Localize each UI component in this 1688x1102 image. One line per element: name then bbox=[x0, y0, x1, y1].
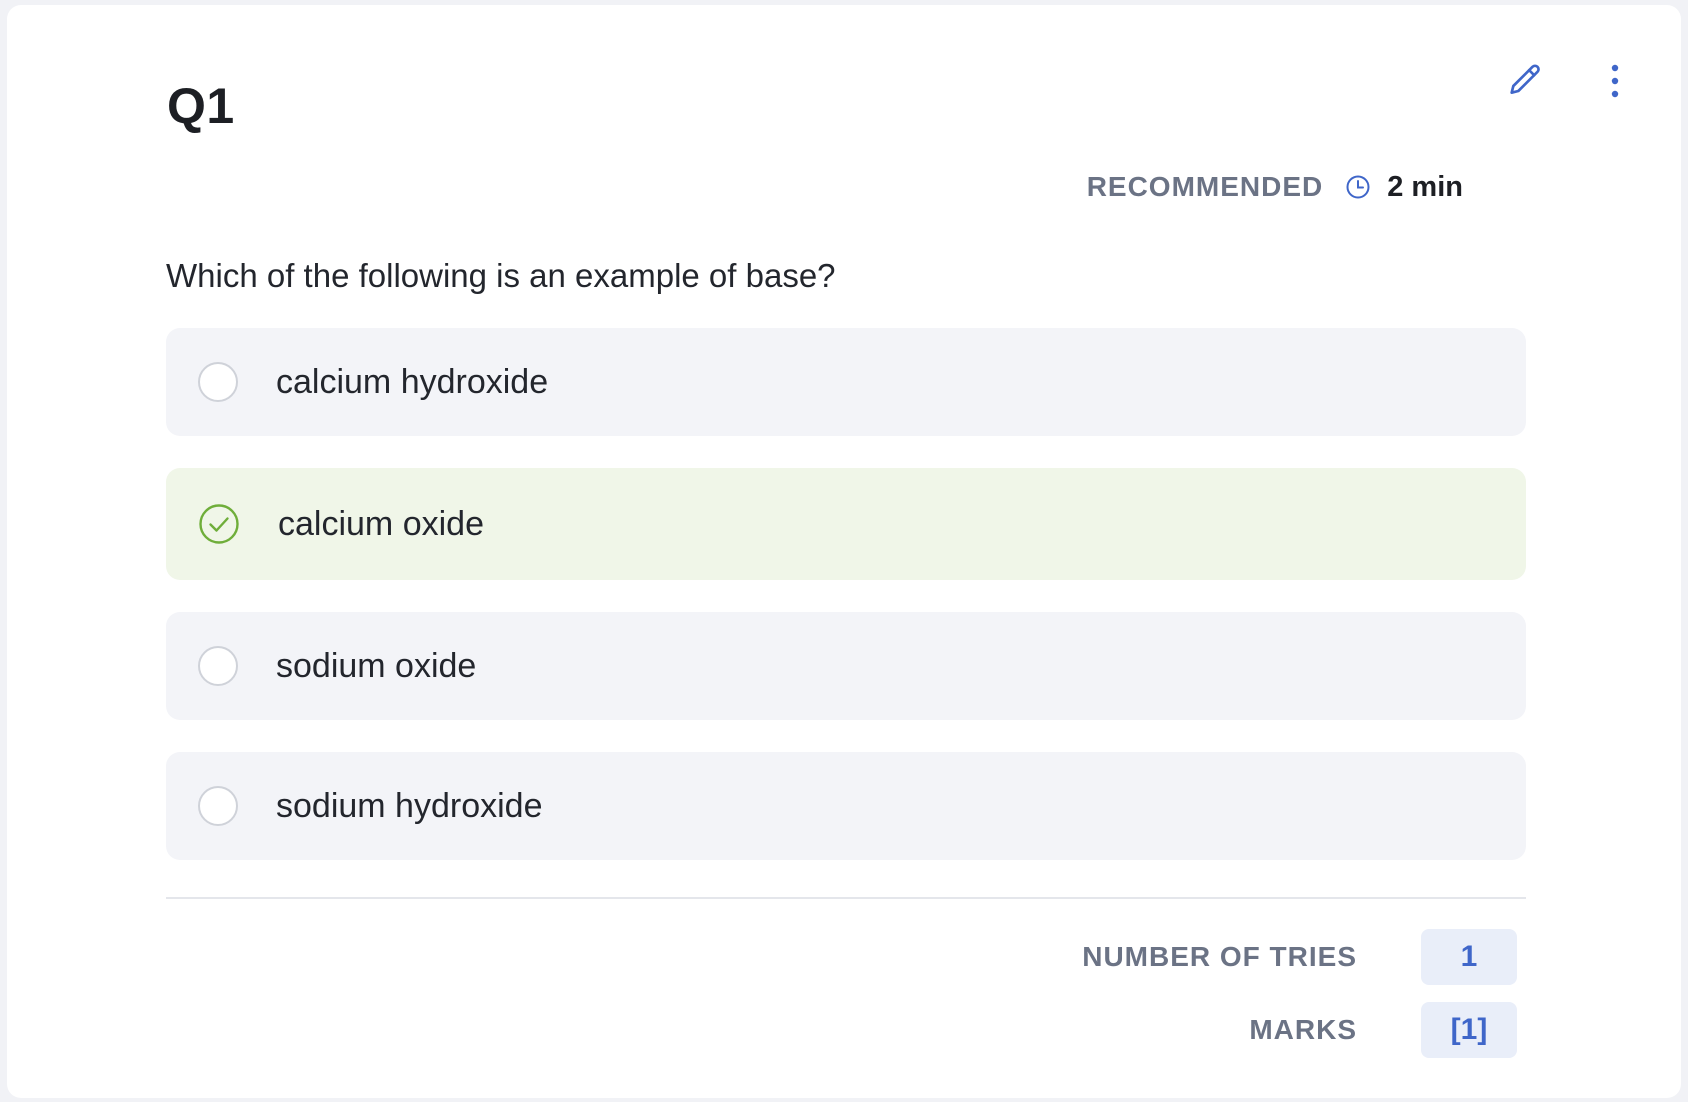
pencil-icon bbox=[1505, 61, 1545, 101]
more-vertical-icon bbox=[1610, 63, 1620, 99]
radio-circle[interactable] bbox=[198, 646, 238, 686]
option-label: calcium hydroxide bbox=[276, 362, 549, 401]
option-calcium-hydroxide[interactable]: calcium hydroxide bbox=[166, 328, 1526, 436]
divider bbox=[166, 897, 1526, 899]
marks-value: [1] bbox=[1421, 1002, 1517, 1058]
recommended-time-value: 2 min bbox=[1387, 170, 1463, 203]
number-of-tries-label: NUMBER OF TRIES bbox=[1082, 941, 1357, 972]
option-label: sodium oxide bbox=[276, 646, 477, 685]
more-options-button[interactable] bbox=[1597, 57, 1633, 105]
number-of-tries-row: NUMBER OF TRIES 1 bbox=[1082, 929, 1517, 985]
question-text: Which of the following is an example of … bbox=[166, 257, 836, 294]
radio-circle[interactable] bbox=[198, 786, 238, 826]
marks-label: MARKS bbox=[1249, 1014, 1357, 1045]
question-card: Q1 RECOMMENDED 2 min Which of the follow… bbox=[7, 5, 1681, 1098]
option-label: sodium hydroxide bbox=[276, 786, 543, 825]
clock-icon bbox=[1345, 174, 1371, 200]
question-number: Q1 bbox=[167, 78, 235, 134]
recommended-time: RECOMMENDED 2 min bbox=[1087, 167, 1463, 207]
check-circle-icon bbox=[198, 503, 240, 545]
option-sodium-hydroxide[interactable]: sodium hydroxide bbox=[166, 752, 1526, 860]
number-of-tries-value: 1 bbox=[1421, 929, 1517, 985]
radio-circle[interactable] bbox=[198, 362, 238, 402]
option-sodium-oxide[interactable]: sodium oxide bbox=[166, 612, 1526, 720]
option-label: calcium oxide bbox=[278, 504, 484, 543]
option-calcium-oxide[interactable]: calcium oxide bbox=[166, 468, 1526, 580]
recommended-label: RECOMMENDED bbox=[1086, 171, 1324, 202]
options-list: calcium hydroxide calcium oxide sodium o… bbox=[166, 328, 1526, 892]
marks-row: MARKS [1] bbox=[1249, 1002, 1517, 1058]
edit-button[interactable] bbox=[1501, 57, 1549, 105]
